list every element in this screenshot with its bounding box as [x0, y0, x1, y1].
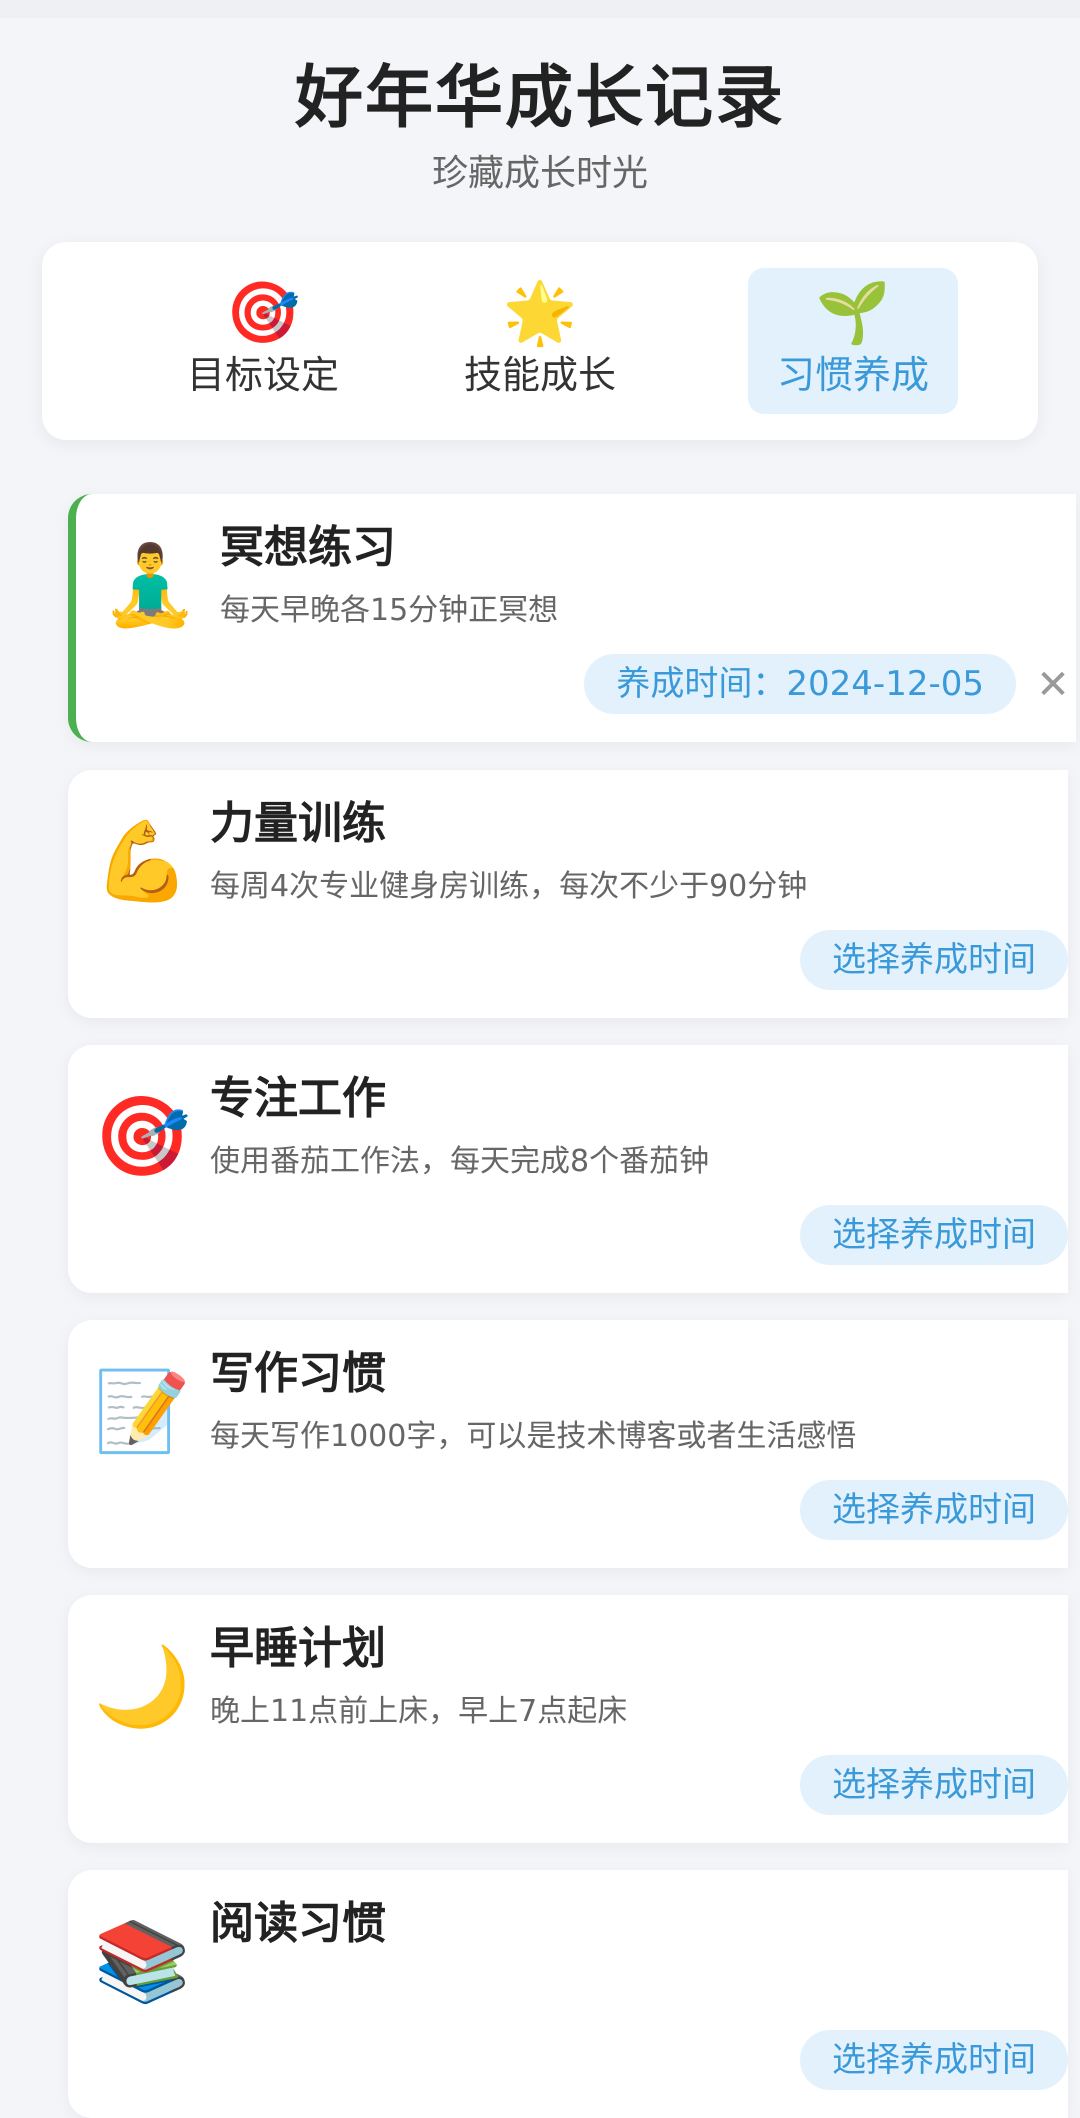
tab-habit-building[interactable]: 🌱 习惯养成	[748, 268, 958, 414]
tab-goal-setting[interactable]: 🎯 目标设定	[158, 268, 368, 414]
close-icon[interactable]: ✕	[1030, 662, 1076, 708]
habit-description: 每天写作1000字，可以是技术博客或者生活感悟	[210, 1419, 857, 1454]
flexed-biceps-icon: 💪	[93, 817, 191, 907]
select-time-button[interactable]: 选择养成时间	[800, 1755, 1068, 1815]
habit-card-strength[interactable]: 💪 力量训练 每周4次专业健身房训练，每次不少于90分钟 选择养成时间	[68, 770, 1068, 1018]
habit-description: 每周4次专业健身房训练，每次不少于90分钟	[210, 869, 808, 904]
habit-card-focus[interactable]: 🎯 专注工作 使用番茄工作法，每天完成8个番茄钟 选择养成时间	[68, 1045, 1068, 1293]
habit-card-meditation[interactable]: 🧘‍♂️ 冥想练习 每天早晚各15分钟正冥想 养成时间：2024-12-05 ✕	[68, 494, 1076, 742]
tab-label: 习惯养成	[776, 353, 929, 397]
tab-label: 技能成长	[463, 353, 616, 397]
page-title: 好年华成长记录	[294, 59, 785, 138]
target-icon: 🎯	[225, 278, 301, 348]
star-icon: 🌟	[502, 278, 578, 348]
select-time-button[interactable]: 选择养成时间	[800, 1480, 1068, 1540]
tab-label: 目标设定	[186, 353, 339, 397]
page-header: 好年华成长记录 珍藏成长时光	[0, 54, 1080, 196]
habit-description: 每天早晚各15分钟正冥想	[220, 593, 559, 628]
habit-card-early-sleep[interactable]: 🌙 早睡计划 晚上11点前上床，早上7点起床 选择养成时间	[68, 1595, 1068, 1843]
habit-title: 专注工作	[210, 1073, 386, 1124]
meditation-icon: 🧘‍♂️	[101, 541, 199, 631]
habit-title: 冥想练习	[220, 522, 396, 573]
habit-description: 使用番茄工作法，每天完成8个番茄钟	[210, 1144, 710, 1179]
page-subtitle: 珍藏成长时光	[431, 153, 648, 194]
habit-card-writing[interactable]: 📝 写作习惯 每天写作1000字，可以是技术博客或者生活感悟 选择养成时间	[68, 1320, 1068, 1568]
habit-title: 阅读习惯	[210, 1898, 386, 1949]
seedling-icon: 🌱	[815, 278, 891, 348]
select-time-button[interactable]: 选择养成时间	[800, 930, 1068, 990]
select-time-button[interactable]: 选择养成时间	[800, 2030, 1068, 2090]
books-icon: 📚	[93, 1917, 191, 2007]
select-time-button[interactable]: 选择养成时间	[800, 1205, 1068, 1265]
category-tabs: 🎯 目标设定 🌟 技能成长 🌱 习惯养成	[42, 242, 1038, 440]
crescent-moon-icon: 🌙	[93, 1642, 191, 1732]
habit-date-badge[interactable]: 养成时间：2024-12-05	[584, 654, 1016, 714]
habit-title: 力量训练	[210, 798, 386, 849]
habit-title: 早睡计划	[210, 1623, 386, 1674]
status-bar	[0, 0, 1080, 18]
habit-card-reading[interactable]: 📚 阅读习惯 选择养成时间	[68, 1870, 1068, 2118]
habit-title: 写作习惯	[210, 1348, 386, 1399]
target-icon: 🎯	[93, 1092, 191, 1182]
tab-skill-growth[interactable]: 🌟 技能成长	[435, 268, 645, 414]
habit-description: 晚上11点前上床，早上7点起床	[210, 1694, 628, 1729]
memo-icon: 📝	[93, 1367, 191, 1457]
